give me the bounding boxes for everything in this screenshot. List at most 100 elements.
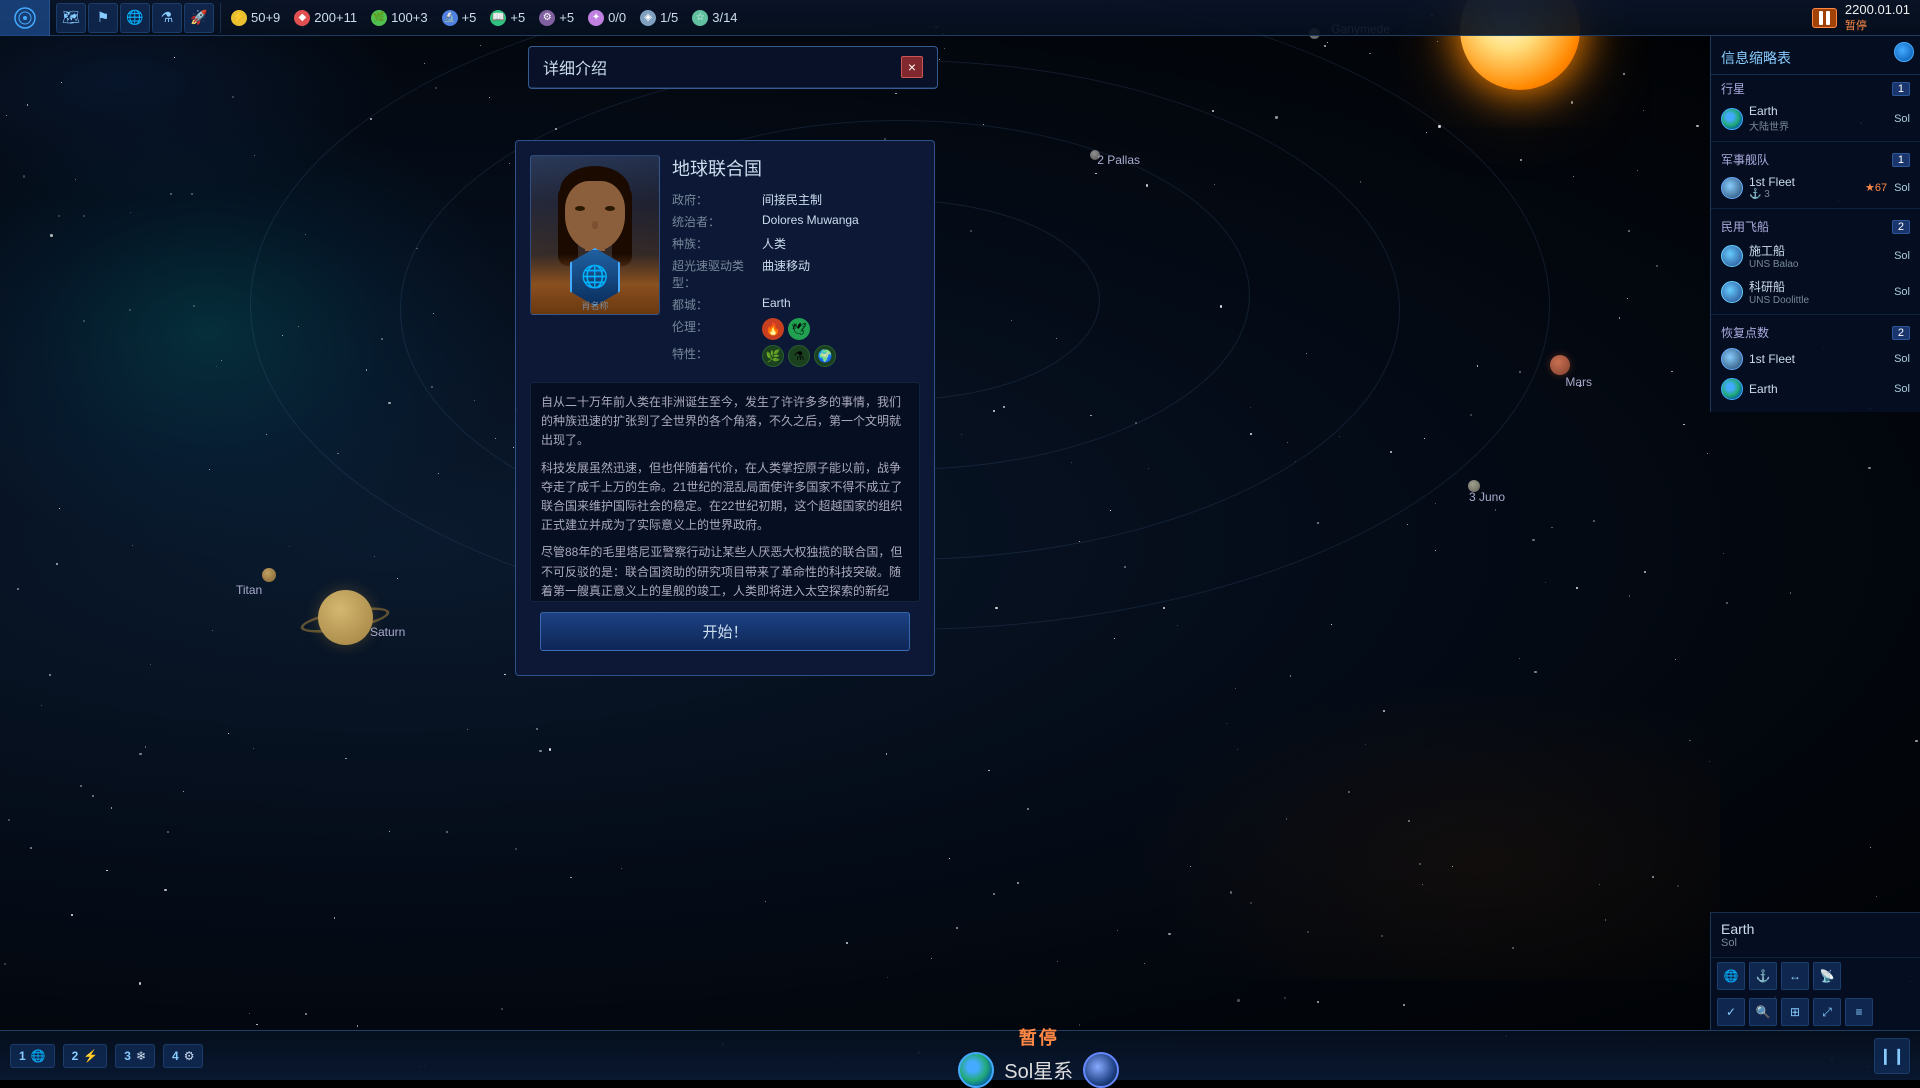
speed-1[interactable]: ❙❙: [1874, 1038, 1910, 1074]
toolbar-map[interactable]: 🗺: [56, 3, 86, 33]
energy-value: 50+9: [251, 10, 280, 25]
planet-juno[interactable]: [1468, 480, 1480, 492]
paused-label: 暂停: [1019, 1024, 1059, 1050]
planet-mars[interactable]: [1550, 355, 1570, 375]
ethics-pacifist-icon: 🕊: [788, 318, 810, 340]
ruler-row: 统治者： Dolores Muwanga: [672, 213, 920, 230]
faction-top: 🌐 肖名称 地球联合国 政府： 间接民主制 统治者： Dolores Muwan…: [530, 155, 920, 372]
ship2-text: 科研船 UNS Doolittle: [1749, 278, 1888, 306]
fleet-icon: [1721, 177, 1743, 199]
toolbar-ship[interactable]: 🚀: [184, 3, 214, 33]
planet-item-earth[interactable]: Earth 大陆世界 Sol: [1711, 100, 1920, 137]
divider-1: [1711, 141, 1920, 142]
modal-header: 详细介绍 ×: [529, 47, 937, 88]
recovery1-location: Sol: [1894, 353, 1910, 365]
earth-location: Sol: [1894, 113, 1910, 125]
energy-icon: ⚡: [231, 10, 247, 26]
mineral-value: 200+11: [314, 10, 357, 25]
contact-btn[interactable]: 📡: [1813, 962, 1841, 990]
portrait-label: 肖名称: [581, 299, 608, 312]
engineer-value: +5: [559, 10, 574, 25]
layout-btn[interactable]: ⊞: [1781, 998, 1809, 1026]
game-logo[interactable]: [0, 0, 50, 36]
toolbar-flag[interactable]: ⚑: [88, 3, 118, 33]
planet-pallas[interactable]: [1090, 150, 1100, 160]
ethics-icons: 🔥 🕊: [762, 318, 810, 340]
toolbar-diplomacy[interactable]: 🌐: [120, 3, 150, 33]
faction-card[interactable]: 🌐 肖名称 地球联合国 政府： 间接民主制 统治者： Dolores Muwan…: [515, 140, 935, 676]
trait-icons: 🌿 ⚗ 🌍: [762, 345, 836, 367]
toolbar-tech[interactable]: ⚗: [152, 3, 182, 33]
species-row: 种族： 人类: [672, 235, 920, 252]
fleet-btn[interactable]: ⚓: [1749, 962, 1777, 990]
tab-2[interactable]: 2 ⚡: [63, 1044, 108, 1068]
government-row: 政府： 间接民主制: [672, 191, 920, 208]
traits-row: 特性： 🌿 ⚗ 🌍: [672, 345, 920, 367]
tab-1[interactable]: 1 🌐: [10, 1044, 55, 1068]
planet-titan[interactable]: [262, 568, 276, 582]
toolbar-icons: 🗺 ⚑ 🌐 ⚗ 🚀: [50, 3, 221, 33]
section-fleet: 军事舰队 1: [1711, 146, 1920, 171]
engineer-icon: ⚙: [539, 10, 555, 26]
ethics-fanatic-icon: 🔥: [762, 318, 784, 340]
faction-info: 地球联合国 政府： 间接民主制 统治者： Dolores Muwanga 种族：…: [672, 155, 920, 372]
right-eye: [605, 206, 615, 211]
ship1-text: 施工船 UNS Balao: [1749, 242, 1888, 270]
pause-button[interactable]: [1812, 8, 1837, 28]
resource-alloys: ◈ 1/5: [640, 10, 678, 26]
unity-icon: ✦: [588, 10, 604, 26]
resource-food: 🌿 100+3: [371, 10, 428, 26]
modal-title: 详细介绍: [543, 55, 607, 79]
detail-modal[interactable]: 详细介绍 ×: [528, 46, 938, 89]
trait-2-icon: ⚗: [788, 345, 810, 367]
menu-btn[interactable]: ≡: [1845, 998, 1873, 1026]
start-button[interactable]: 开始！: [540, 612, 910, 651]
zoom-btn[interactable]: 🔍: [1749, 998, 1777, 1026]
bottom-center: 暂停 Sol星系: [213, 1024, 1864, 1088]
ftl-row: 超光速驱动类型： 曲速移动: [672, 257, 920, 291]
ship1-item[interactable]: 施工船 UNS Balao Sol: [1711, 238, 1920, 274]
resource-consumer: ☆ 3/14: [692, 10, 737, 26]
alloys-value: 1/5: [660, 10, 678, 25]
recovery2-icon: [1721, 378, 1743, 400]
recovery2-location: Sol: [1894, 383, 1910, 395]
trait-1-icon: 🌿: [762, 345, 784, 367]
ship2-item[interactable]: 科研船 UNS Doolittle Sol: [1711, 274, 1920, 310]
panel-title: 信息缩略表: [1711, 44, 1920, 75]
expand-btn[interactable]: ⤢: [1813, 998, 1841, 1026]
ruler-value: Dolores Muwanga: [762, 213, 859, 227]
desc-para-1: 自从二十万年前人类在非洲诞生至今，发生了许许多多的事情，我们的种族迅速的扩张到了…: [541, 393, 909, 451]
face: [560, 166, 630, 251]
species-value: 人类: [762, 235, 786, 252]
tab-3[interactable]: 3 ❄: [115, 1044, 155, 1068]
system-icon-right[interactable]: [1083, 1052, 1119, 1088]
section-recovery: 恢复点数 2: [1711, 319, 1920, 344]
left-eye: [575, 206, 585, 211]
top-bar-right: 2200.01.01 暂停: [1802, 2, 1920, 33]
bottom-right-panel: Earth Sol 🌐 ⚓ ↔ 📡 ✓ 🔍 ⊞ ⤢ ≡: [1710, 912, 1920, 1030]
fleet-item[interactable]: 1st Fleet ⚓ 3 ★67 Sol: [1711, 171, 1920, 204]
resource-energy: ⚡ 50+9: [231, 10, 280, 26]
planet-saturn[interactable]: [318, 590, 373, 645]
modal-close-button[interactable]: ×: [901, 56, 923, 78]
government-label: 政府：: [672, 191, 762, 208]
faction-badge: 🌐: [570, 248, 620, 306]
recovery1-item[interactable]: 1st Fleet Sol: [1711, 344, 1920, 374]
nose: [592, 221, 598, 229]
ethics-row: 伦理： 🔥 🕊: [672, 318, 920, 340]
minimap-btn[interactable]: 🌐: [1717, 962, 1745, 990]
resource-society: 📖 +5: [490, 10, 525, 26]
earth-system: Sol: [1721, 937, 1910, 949]
consumer-value: 3/14: [712, 10, 737, 25]
recovery2-item[interactable]: Earth Sol: [1711, 374, 1920, 404]
consumer-icon: ☆: [692, 10, 708, 26]
system-icon-left[interactable]: [958, 1052, 994, 1088]
bottom-bar: 1 🌐 2 ⚡ 3 ❄ 4 ⚙ 暂停 Sol星系 ❙❙: [0, 1030, 1920, 1080]
resources-bar: ⚡ 50+9 ◆ 200+11 🌿 100+3 🔬 +5 📖 +5 ⚙ +5 ✦…: [221, 10, 1802, 26]
trade-btn[interactable]: ↔: [1781, 962, 1809, 990]
pause-status: 暂停: [1845, 17, 1910, 33]
tab-4[interactable]: 4 ⚙: [163, 1044, 203, 1068]
check-btn[interactable]: ✓: [1717, 998, 1745, 1026]
desc-para-2: 科技发展虽然迅速，但也伴随着代价，在人类掌控原子能以前，战争夺走了成千上万的生命…: [541, 459, 909, 536]
faction-hexagon: 🌐: [570, 248, 620, 306]
